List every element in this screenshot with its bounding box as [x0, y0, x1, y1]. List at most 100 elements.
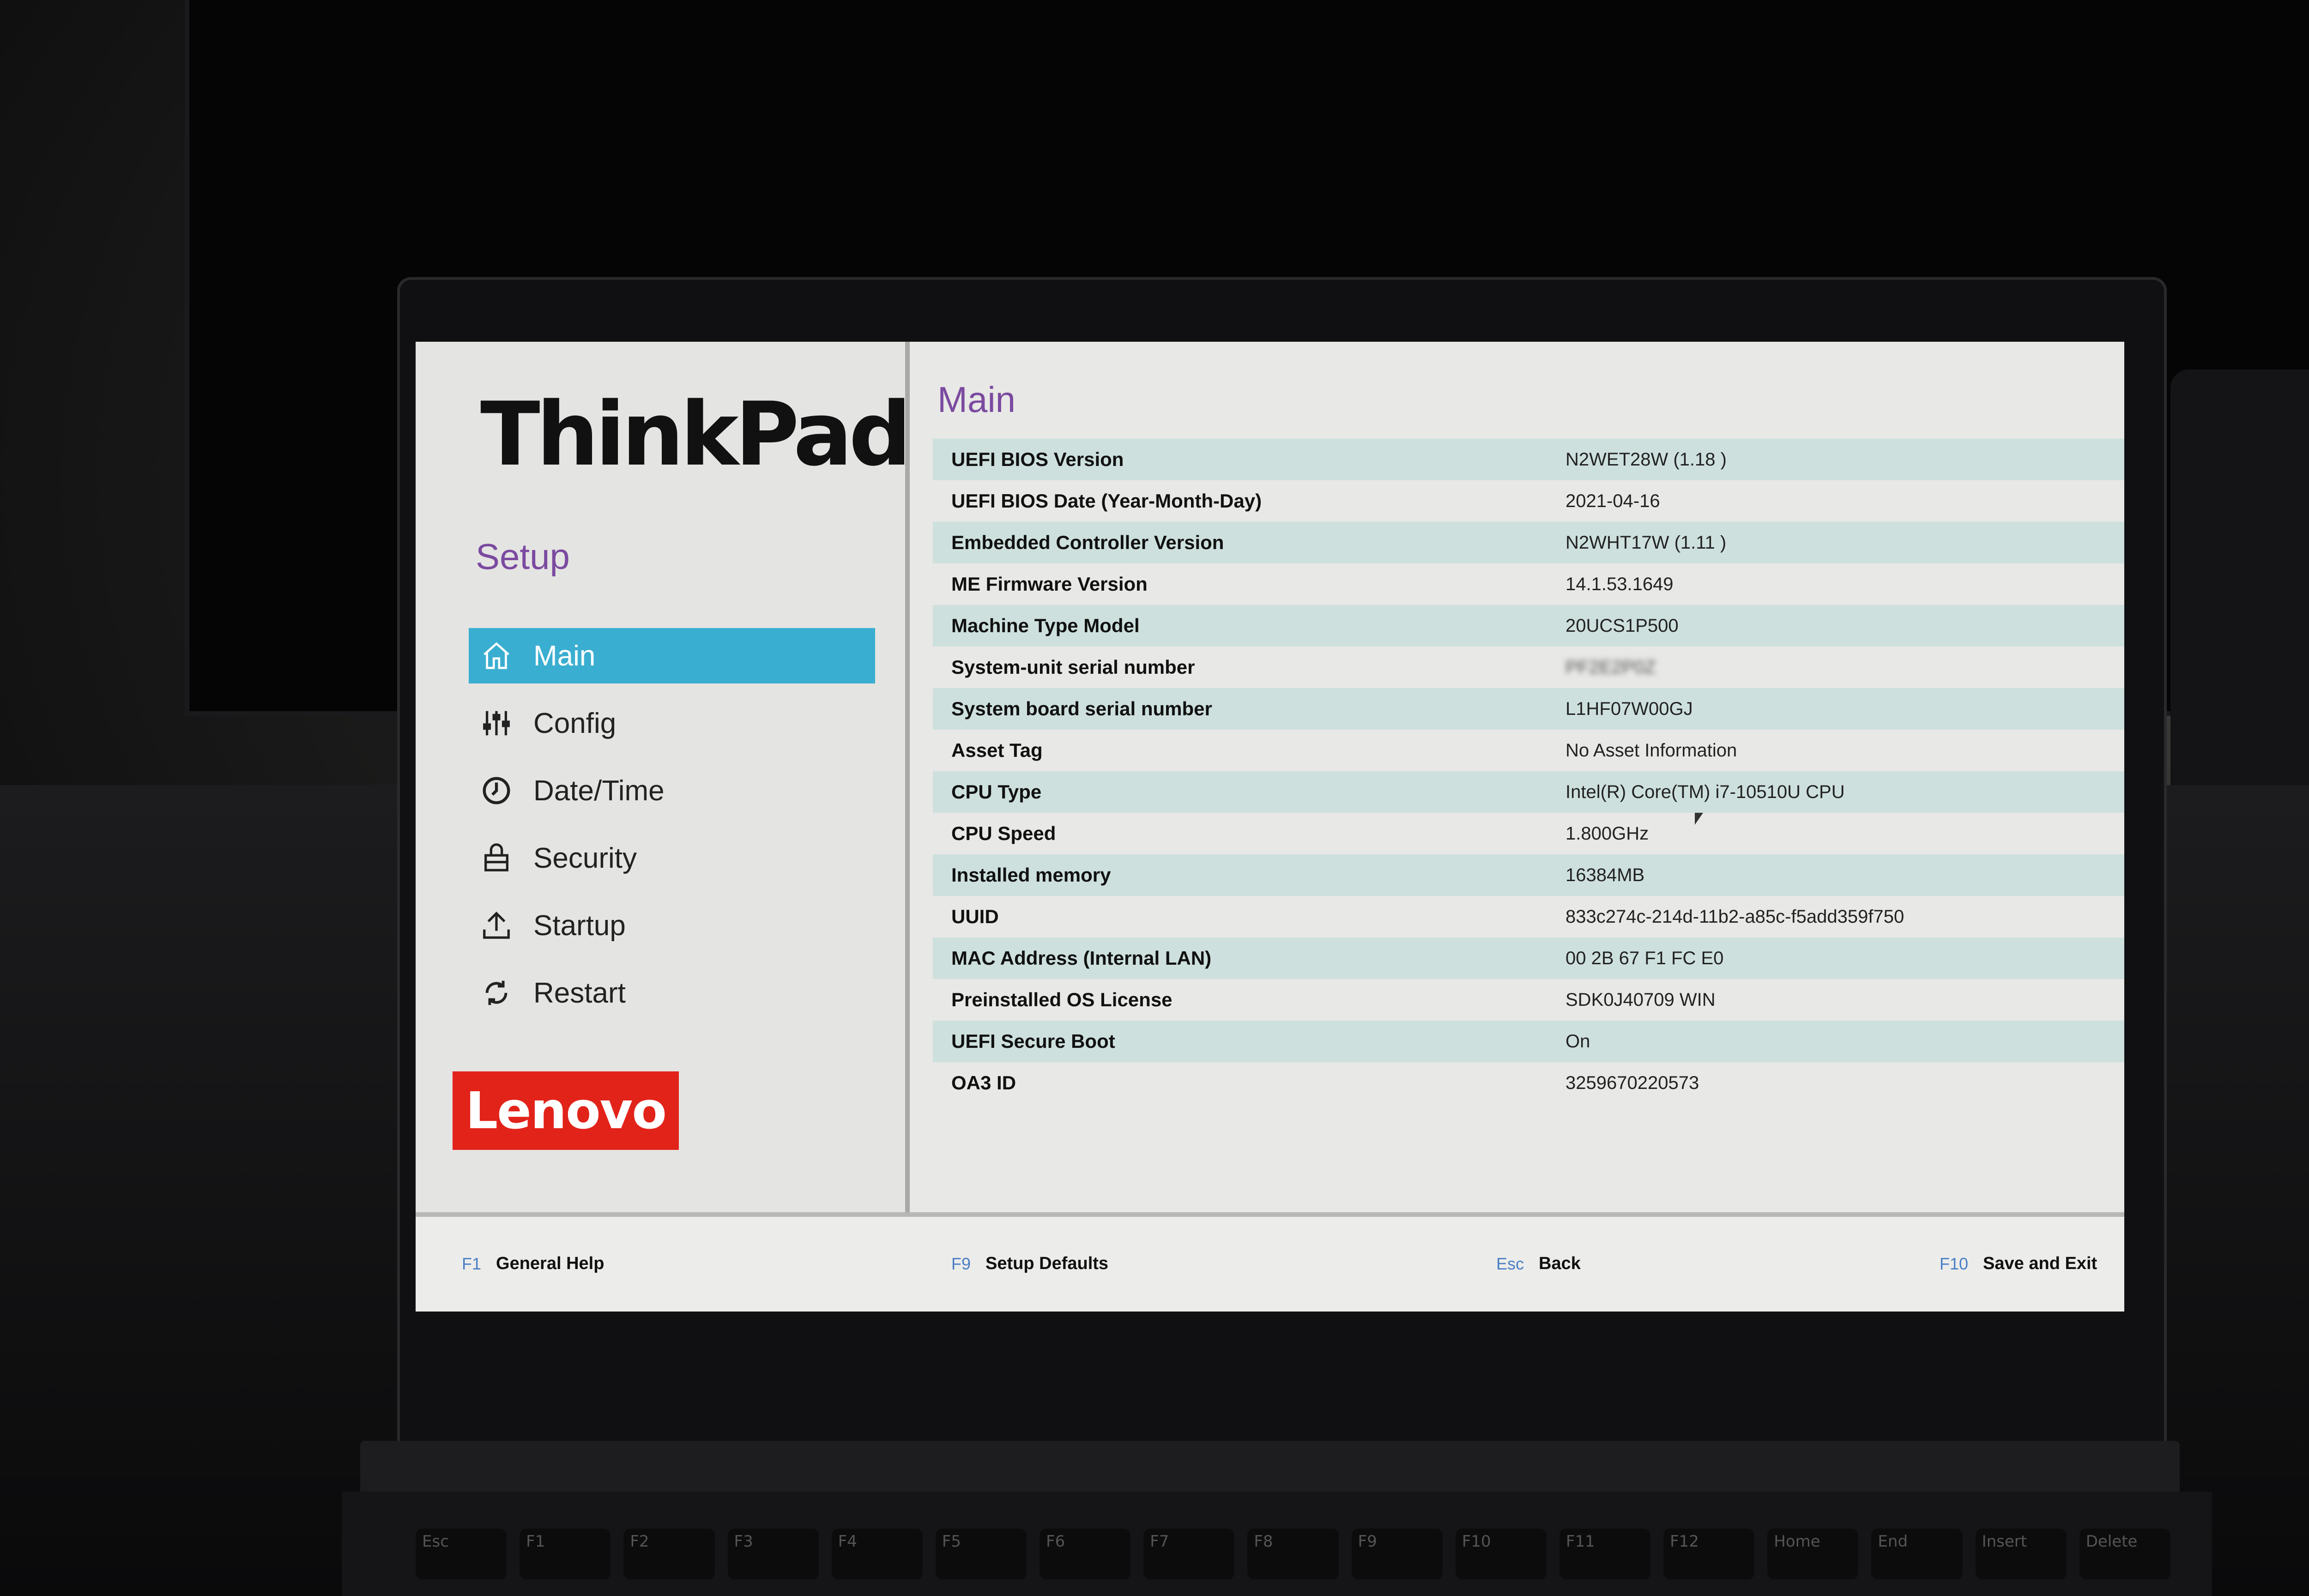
keyboard-key[interactable]: End: [1871, 1529, 1963, 1579]
table-row: UEFI BIOS Date (Year-Month-Day) 2021-04-1…: [933, 480, 2124, 522]
setup-title: Setup: [476, 536, 570, 577]
row-value: 833c274c-214d-11b2-a85c-f5add359f750: [1566, 906, 1904, 927]
sidebar-item-label: Restart: [533, 977, 626, 1009]
keyboard-key[interactable]: F8: [1247, 1529, 1339, 1579]
row-label: Machine Type Model: [951, 615, 1140, 636]
table-row: OA3 ID 3259670220573: [933, 1062, 2124, 1104]
keyboard-key[interactable]: F10: [1455, 1529, 1547, 1579]
keyboard-key[interactable]: F9: [1351, 1529, 1443, 1579]
sidebar-item-config[interactable]: Config: [469, 695, 875, 751]
row-value: L1HF07W00GJ: [1566, 698, 1693, 719]
keyboard-key[interactable]: F7: [1143, 1529, 1235, 1579]
clock-icon: [478, 772, 515, 809]
row-label: CPU Type: [951, 781, 1042, 803]
sidebar-item-label: Config: [533, 707, 617, 739]
row-label: System board serial number: [951, 698, 1212, 719]
lenovo-logo: Lenovo: [453, 1071, 679, 1150]
sidebar-item-label: Startup: [533, 909, 626, 942]
row-label: ME Firmware Version: [951, 573, 1148, 595]
table-row: Installed memory 16384MB: [933, 854, 2124, 896]
table-row: CPU Type Intel(R) Core(TM) i7-10510U CPU: [933, 771, 2124, 813]
table-row: ME Firmware Version 14.1.53.1649: [933, 563, 2124, 605]
hint-key: Esc: [1496, 1254, 1524, 1273]
hint-label: Back: [1539, 1254, 1581, 1273]
sidebar-nav: Main Config Date/Time Security Startup R…: [469, 628, 875, 1033]
sidebar-item-label: Date/Time: [533, 774, 665, 807]
home-icon: [478, 637, 515, 674]
keyboard-key[interactable]: F1: [520, 1529, 611, 1579]
keyboard-key[interactable]: F11: [1559, 1529, 1651, 1579]
sidebar-item-date-time[interactable]: Date/Time: [469, 763, 875, 818]
keyboard-key[interactable]: F5: [935, 1529, 1027, 1579]
row-label: UUID: [951, 906, 999, 927]
sidebar-item-label: Security: [533, 842, 637, 874]
sidebar-item-label: Main: [533, 640, 596, 672]
keyboard-key[interactable]: F4: [831, 1529, 923, 1579]
table-row: MAC Address (Internal LAN) 00 2B 67 F1 FC…: [933, 937, 2124, 979]
row-value: 16384MB: [1566, 864, 1645, 885]
row-label: System-unit serial number: [951, 656, 1195, 678]
row-value: No Asset Information: [1566, 740, 1737, 761]
table-row: System board serial number L1HF07W00GJ: [933, 688, 2124, 730]
hint-key: F1: [462, 1254, 482, 1273]
laptop-hinge: [360, 1441, 2180, 1496]
table-row: System-unit serial number PF2E2P0Z: [933, 647, 2124, 688]
row-label: OA3 ID: [951, 1072, 1016, 1094]
row-value-redacted: PF2E2P0Z: [1566, 657, 1656, 677]
row-label: Embedded Controller Version: [951, 532, 1224, 553]
table-row: Preinstalled OS License SDK0J40709 WIN: [933, 979, 2124, 1021]
hint-key: F10: [1940, 1254, 1969, 1273]
sliders-icon: [478, 705, 515, 742]
keyboard-key[interactable]: F3: [727, 1529, 819, 1579]
hint-setup-defaults[interactable]: F9 Setup Defaults: [951, 1254, 1108, 1274]
keyboard-key[interactable]: Insert: [1975, 1529, 2067, 1579]
sidebar-item-main[interactable]: Main: [469, 628, 875, 683]
hint-label: Setup Defaults: [985, 1254, 1109, 1273]
row-value: 00 2B 67 F1 FC E0: [1566, 948, 1724, 968]
hint-back[interactable]: Esc Back: [1496, 1254, 1581, 1274]
row-label: UEFI Secure Boot: [951, 1030, 1115, 1052]
keyboard-key[interactable]: F12: [1663, 1529, 1755, 1579]
row-value: 2021-04-16: [1566, 490, 1660, 511]
hint-general-help[interactable]: F1 General Help: [462, 1254, 604, 1274]
row-value: N2WHT17W (1.11 ): [1566, 532, 1727, 553]
row-label: CPU Speed: [951, 822, 1056, 844]
table-row: UUID 833c274c-214d-11b2-a85c-f5add359f750: [933, 896, 2124, 937]
keyboard-key[interactable]: Esc: [416, 1529, 507, 1579]
row-value: On: [1566, 1031, 1590, 1052]
sidebar-item-restart[interactable]: Restart: [469, 965, 875, 1021]
row-label: Asset Tag: [951, 739, 1043, 761]
sidebar-item-security[interactable]: Security: [469, 830, 875, 886]
table-row: Embedded Controller Version N2WHT17W (1.1…: [933, 522, 2124, 563]
lock-icon: [478, 840, 515, 877]
hint-label: Save and Exit: [1983, 1254, 2097, 1273]
row-value: 1.800GHz: [1566, 823, 1649, 844]
keyboard-key[interactable]: F2: [623, 1529, 715, 1579]
row-value: 3259670220573: [1566, 1072, 1699, 1093]
lenovo-logo-text: Lenovo: [465, 1081, 667, 1140]
row-value: Intel(R) Core(TM) i7-10510U CPU: [1566, 781, 1845, 802]
keyboard-key[interactable]: Home: [1767, 1529, 1859, 1579]
row-label: UEFI BIOS Version: [951, 448, 1124, 470]
sidebar: ThinkPad Setup Main Config Date/Time Sec…: [416, 342, 912, 1212]
info-table: UEFI BIOS Version N2WET28W (1.18 ) UEFI B…: [933, 439, 2124, 1104]
keyboard-key[interactable]: Delete: [2079, 1529, 2170, 1579]
mouse-cursor-icon: [1695, 813, 1703, 825]
table-row: Asset Tag No Asset Information: [933, 730, 2124, 771]
upload-icon: [478, 907, 515, 944]
row-value: N2WET28W (1.18 ): [1566, 449, 1727, 470]
row-label: UEFI BIOS Date (Year-Month-Day): [951, 490, 1262, 512]
function-key-row: Esc F1 F2 F3 F4 F5 F6 F7 F8 F9 F10 F11 F…: [416, 1529, 2170, 1579]
table-row: UEFI Secure Boot On: [933, 1021, 2124, 1062]
footer-hints: F1 General Help F9 Setup Defaults Esc Ba…: [416, 1212, 2124, 1312]
hint-save-and-exit[interactable]: F10 Save and Exit: [1940, 1254, 2097, 1274]
keyboard-key[interactable]: F6: [1040, 1529, 1131, 1579]
table-row: CPU Speed 1.800GHz: [933, 813, 2124, 854]
row-label: Preinstalled OS License: [951, 989, 1173, 1010]
page-title: Main: [937, 379, 1016, 420]
sidebar-item-startup[interactable]: Startup: [469, 898, 875, 953]
row-value: SDK0J40709 WIN: [1566, 989, 1716, 1010]
row-label: MAC Address (Internal LAN): [951, 947, 1212, 969]
table-row: Machine Type Model 20UCS1P500: [933, 605, 2124, 647]
row-value: 14.1.53.1649: [1566, 574, 1674, 594]
